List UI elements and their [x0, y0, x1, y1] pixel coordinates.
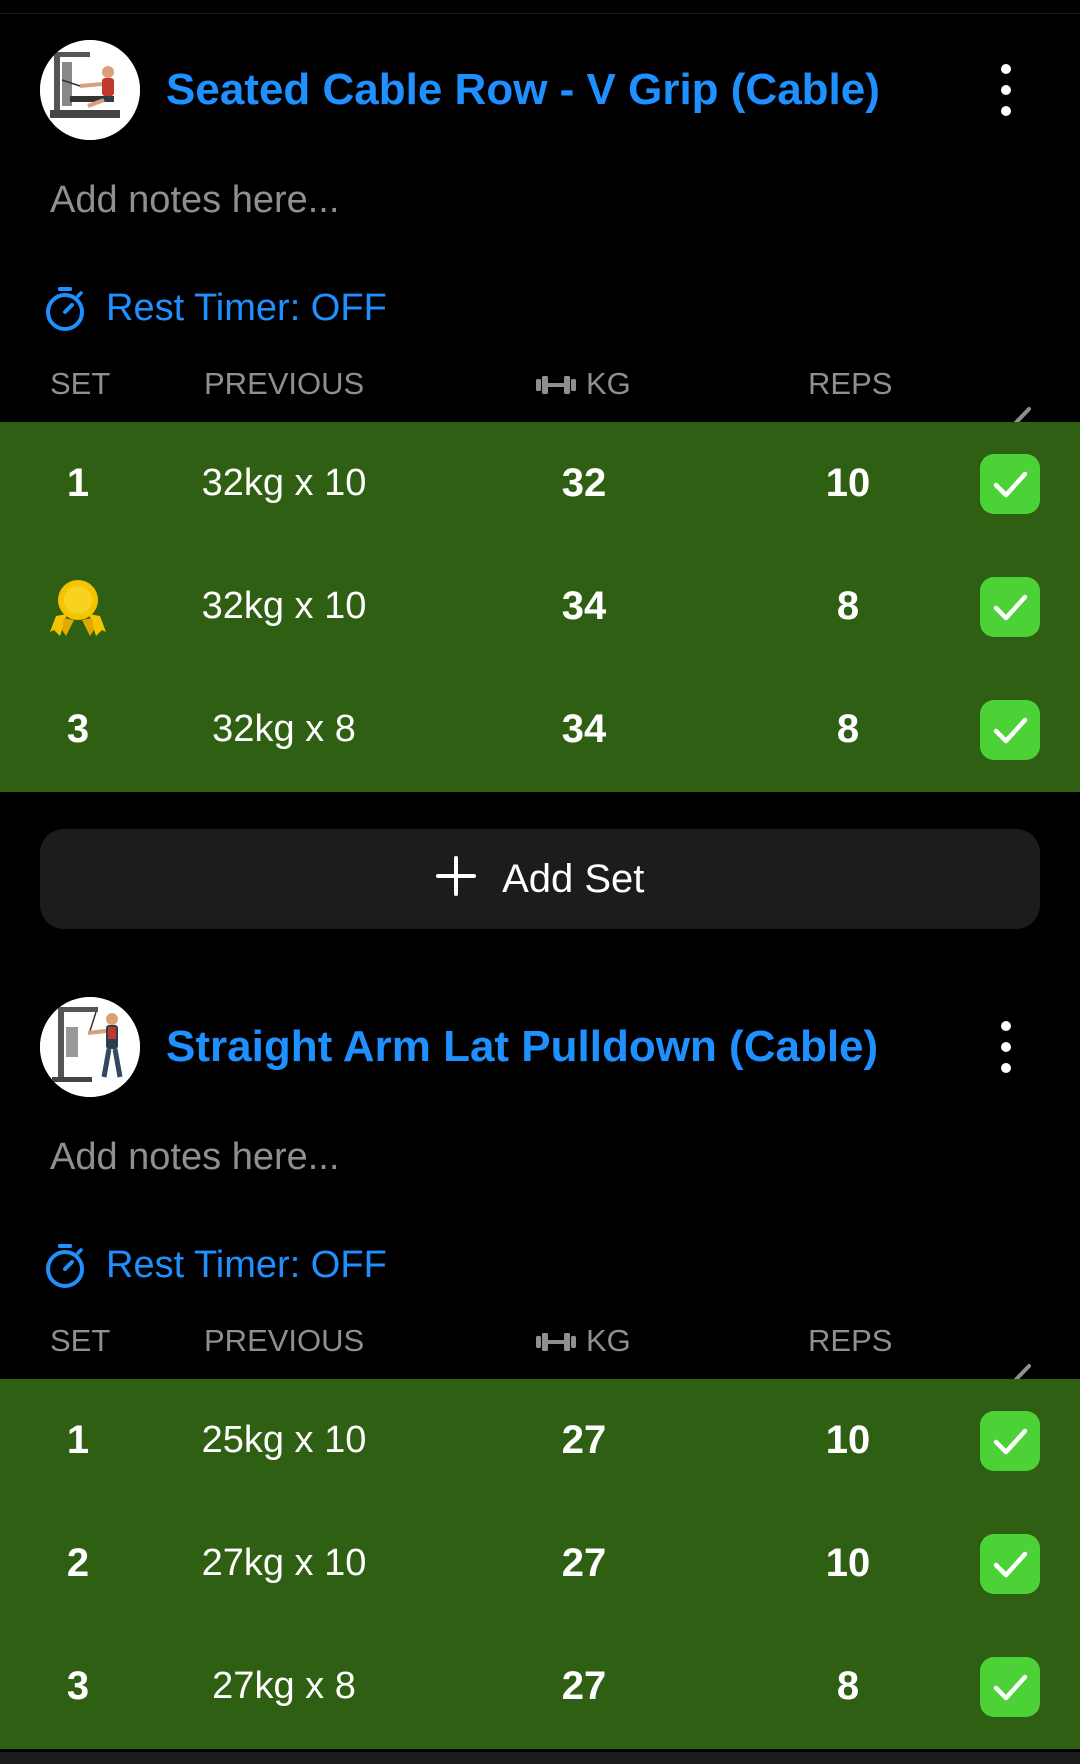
column-header-kg: KG: [536, 1321, 632, 1361]
more-dot: [1001, 1063, 1011, 1073]
complete-set-button[interactable]: [980, 454, 1040, 514]
set-row: 1 25kg x 10 27 10: [0, 1379, 1080, 1502]
column-header-previous: PREVIOUS: [204, 1323, 365, 1358]
column-header-set: SET: [50, 1323, 111, 1358]
stopwatch-icon: [46, 1244, 84, 1288]
notes-input[interactable]: Add notes here...: [50, 178, 339, 222]
seated-cable-row-thumbnail-icon: [40, 40, 140, 140]
exercise-thumbnail[interactable]: [40, 997, 140, 1097]
checkmark-icon: [993, 1674, 1028, 1701]
checkmark-icon: [993, 717, 1028, 744]
complete-set-button[interactable]: [980, 1534, 1040, 1594]
column-header-previous: PREVIOUS: [204, 366, 365, 401]
complete-set-button[interactable]: [980, 577, 1040, 637]
previous-value[interactable]: 25kg x 10: [164, 1379, 404, 1502]
previous-value[interactable]: 32kg x 10: [164, 422, 404, 545]
exercise-title[interactable]: Seated Cable Row - V Grip (Cable): [166, 64, 880, 116]
previous-value[interactable]: 27kg x 10: [164, 1502, 404, 1625]
set-number[interactable]: 1: [28, 422, 128, 545]
reps-input[interactable]: 8: [778, 1625, 918, 1748]
previous-value[interactable]: 27kg x 8: [164, 1625, 404, 1748]
weight-input[interactable]: 27: [514, 1379, 654, 1502]
more-dot: [1001, 1042, 1011, 1052]
exercise-header: Seated Cable Row - V Grip (Cable): [40, 40, 1040, 140]
more-dot: [1001, 1021, 1011, 1031]
weight-input[interactable]: 32: [514, 422, 654, 545]
more-options-button[interactable]: [990, 58, 1022, 122]
set-number[interactable]: 1: [28, 1379, 128, 1502]
dumbbell-icon: [536, 1333, 576, 1351]
set-row: 32kg x 10 34 8: [0, 545, 1080, 668]
weight-input[interactable]: 27: [514, 1625, 654, 1748]
more-dot: [1001, 64, 1011, 74]
rest-timer-button[interactable]: Rest Timer: OFF: [44, 1239, 544, 1289]
add-set-button[interactable]: Add Set: [40, 829, 1040, 929]
medal-icon: [50, 580, 106, 636]
stopwatch-icon: [46, 287, 84, 331]
exercise-card: Straight Arm Lat Pulldown (Cable) Add no…: [0, 997, 1080, 1757]
plus-icon: [435, 856, 476, 896]
checkmark-icon: [993, 471, 1028, 498]
column-header-kg: KG: [536, 364, 632, 404]
dumbbell-icon: [536, 376, 576, 394]
weight-input[interactable]: 27: [514, 1502, 654, 1625]
column-header-reps: REPS: [808, 366, 893, 401]
exercise-header: Straight Arm Lat Pulldown (Cable): [40, 997, 1040, 1097]
kg-label: KG: [586, 366, 631, 401]
exercise-thumbnail[interactable]: [40, 40, 140, 140]
exercise-title[interactable]: Straight Arm Lat Pulldown (Cable): [166, 1021, 878, 1073]
weight-input[interactable]: 34: [514, 545, 654, 668]
reps-input[interactable]: 10: [778, 422, 918, 545]
checkmark-icon: [993, 1551, 1028, 1578]
column-header-set: SET: [50, 366, 111, 401]
reps-input[interactable]: 8: [778, 545, 918, 668]
reps-input[interactable]: 10: [778, 1379, 918, 1502]
checkmark-icon: [993, 1428, 1028, 1455]
add-set-label: Add Set: [502, 857, 645, 901]
set-number[interactable]: 2: [28, 1502, 128, 1625]
complete-set-button[interactable]: [980, 1657, 1040, 1717]
set-number[interactable]: 3: [28, 668, 128, 791]
rest-timer-button[interactable]: Rest Timer: OFF: [44, 282, 544, 332]
previous-value[interactable]: 32kg x 10: [164, 545, 404, 668]
checkmark-icon: [993, 594, 1028, 621]
more-dot: [1001, 85, 1011, 95]
sets-table: 1 32kg x 10 32 10 32kg x 10 34 8 3 32kg …: [0, 422, 1080, 792]
rest-timer-label: Rest Timer: OFF: [106, 287, 387, 329]
exercise-card: Seated Cable Row - V Grip (Cable) Add no…: [0, 40, 1080, 930]
add-set-content: Add Set: [40, 829, 1040, 929]
top-divider: [0, 0, 1080, 14]
set-row: 3 32kg x 8 34 8: [0, 668, 1080, 791]
set-row: 2 27kg x 10 27 10: [0, 1502, 1080, 1625]
set-number[interactable]: 3: [28, 1625, 128, 1748]
kg-label: KG: [586, 1323, 631, 1358]
rest-timer-label: Rest Timer: OFF: [106, 1244, 387, 1286]
complete-set-button[interactable]: [980, 1411, 1040, 1471]
notes-input[interactable]: Add notes here...: [50, 1135, 339, 1179]
set-row: 1 32kg x 10 32 10: [0, 422, 1080, 545]
previous-value[interactable]: 32kg x 8: [164, 668, 404, 791]
personal-record-medal-icon[interactable]: [50, 578, 106, 638]
column-header-reps: REPS: [808, 1323, 893, 1358]
weight-input[interactable]: 34: [514, 668, 654, 791]
more-dot: [1001, 106, 1011, 116]
straight-arm-lat-pulldown-thumbnail-icon: [40, 997, 140, 1097]
reps-input[interactable]: 8: [778, 668, 918, 791]
set-row: 3 27kg x 8 27 8: [0, 1625, 1080, 1748]
reps-input[interactable]: 10: [778, 1502, 918, 1625]
more-options-button[interactable]: [990, 1015, 1022, 1079]
bottom-divider: [0, 1752, 1080, 1764]
sets-table: 1 25kg x 10 27 10 2 27kg x 10 27 10 3 27: [0, 1379, 1080, 1749]
complete-set-button[interactable]: [980, 700, 1040, 760]
